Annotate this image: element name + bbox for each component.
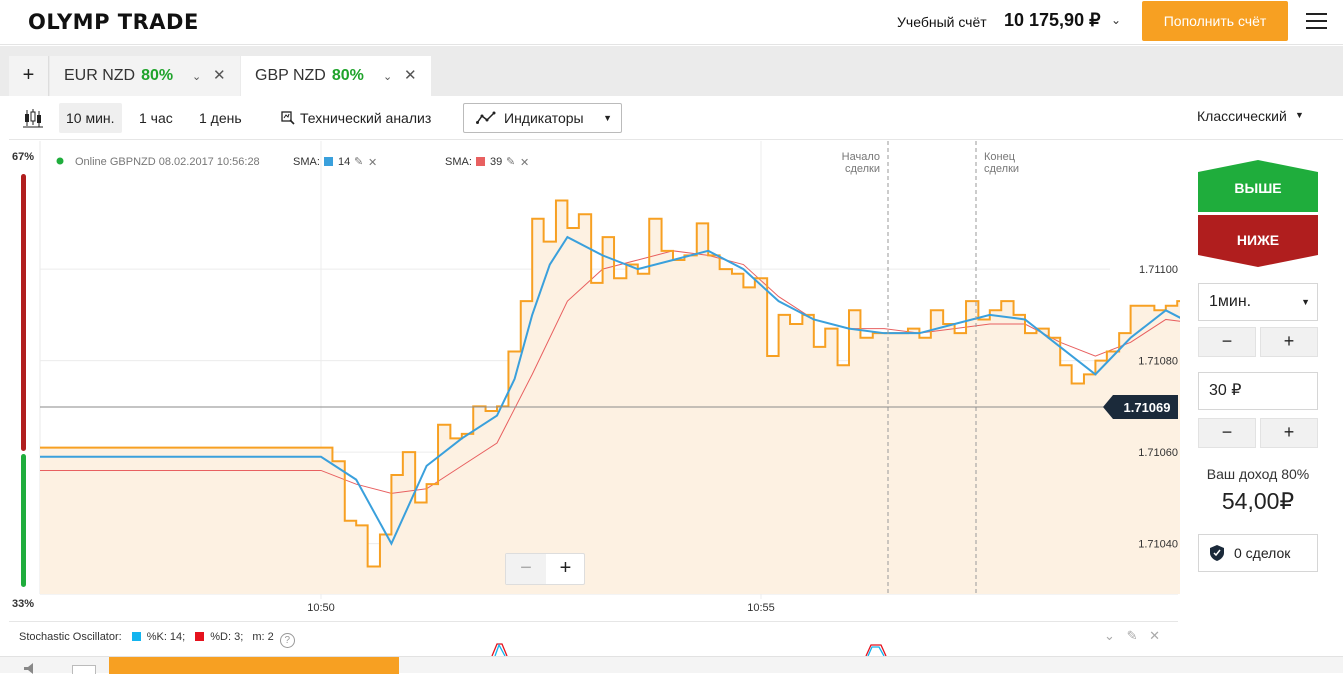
x-tick-label: 10:50	[307, 602, 335, 614]
tab-eur-nzd[interactable]: EUR NZD 80% ⌄ ✕	[50, 56, 240, 96]
close-icon[interactable]: ✕	[404, 56, 417, 96]
amount-minus-button[interactable]: −	[1198, 418, 1256, 448]
tab-payout: 80%	[331, 67, 364, 84]
down-button-label: НИЖЕ	[1236, 232, 1280, 248]
income-value: 54,00₽	[1221, 488, 1295, 514]
caret-down-icon: ▼	[1301, 297, 1310, 307]
tab-gbp-nzd[interactable]: GBP NZD 80% ⌄ ✕	[241, 56, 431, 96]
zoom-in-button[interactable]: +	[546, 554, 585, 584]
sentiment-bottom-label: 33%	[12, 598, 34, 610]
sma39-swatch	[476, 157, 485, 166]
price-area	[40, 200, 1180, 594]
close-icon[interactable]: ✕	[368, 157, 377, 169]
deal-end-label: сделки	[984, 163, 1019, 175]
asset-tab-bar: + EUR NZD 80% ⌄ ✕ GBP NZD 80% ⌄ ✕	[0, 46, 1343, 96]
caret-down-icon[interactable]: ▼	[1295, 110, 1304, 120]
olymp-trade-logo[interactable]: OLYMP TRADE	[28, 10, 199, 34]
chart-toolbar: 10 мин. 1 час 1 день Технический анализ …	[9, 96, 1343, 140]
bottom-panel	[0, 656, 1343, 674]
account-balance[interactable]: 10 175,90 ₽	[1004, 10, 1101, 31]
magnifier-chart-icon	[281, 111, 295, 125]
sound-icon[interactable]	[24, 663, 40, 674]
timeframe-1-hour[interactable]: 1 час	[132, 103, 180, 133]
promo-banner[interactable]	[109, 657, 399, 674]
sma-label: SMA:	[293, 156, 320, 168]
duration-value: 1мин.	[1209, 293, 1252, 310]
chart-style-dropdown[interactable]: Классический	[1197, 108, 1287, 124]
down-button[interactable]: НИЖЕ	[1198, 215, 1318, 267]
chart-status-text: Online GBPNZD 08.02.2017 10:56:28	[75, 156, 260, 168]
zoom-control: − +	[505, 553, 585, 585]
indicators-label: Индикаторы	[504, 110, 584, 126]
deals-button[interactable]: 0 сделок	[1198, 534, 1318, 572]
sentiment-top-label: 67%	[12, 151, 34, 163]
deals-label: 0 сделок	[1234, 545, 1291, 561]
account-type-label[interactable]: Учебный счёт	[897, 14, 987, 30]
chevron-down-icon[interactable]: ⌄	[1111, 13, 1121, 27]
chevron-down-icon[interactable]: ⌄	[383, 57, 392, 97]
duration-minus-button[interactable]: −	[1198, 327, 1256, 357]
duration-plus-button[interactable]: +	[1260, 327, 1318, 357]
sma-period: 39	[490, 156, 502, 168]
up-button[interactable]: ВЫШЕ	[1198, 160, 1318, 212]
top-header: OLYMP TRADE Учебный счёт 10 175,90 ₽ ⌄ П…	[0, 0, 1343, 45]
y-tick-label: 1.71040	[1138, 539, 1178, 551]
indicators-icon	[476, 111, 496, 124]
sma-label: SMA:	[445, 156, 472, 168]
x-tick-label: 10:55	[747, 602, 775, 614]
y-tick-label: 1.71100	[1139, 264, 1178, 276]
add-tab-button[interactable]: +	[9, 56, 49, 96]
pencil-icon[interactable]: ✎	[354, 156, 363, 168]
deal-end-label: Конец	[984, 151, 1016, 163]
timeframe-1-day[interactable]: 1 день	[192, 103, 249, 133]
chart-area	[40, 200, 1180, 594]
tab-pair-label: EUR NZD	[64, 67, 136, 84]
sentiment-buy-bar	[21, 454, 26, 587]
hamburger-menu-icon[interactable]	[1306, 13, 1327, 30]
zoom-out-button[interactable]: −	[506, 554, 546, 584]
chevron-down-icon[interactable]: ⌄	[192, 57, 201, 97]
deposit-button[interactable]: Пополнить счёт	[1142, 1, 1288, 41]
y-tick-label: 1.71080	[1138, 356, 1178, 368]
candlestick-icon[interactable]	[23, 108, 43, 128]
deal-start-label: сделки	[845, 163, 880, 175]
online-status-dot	[56, 157, 64, 165]
caret-down-icon: ▼	[603, 113, 612, 123]
y-tick-label: 1.71060	[1138, 447, 1178, 459]
current-price-value: 1.71069	[1124, 400, 1171, 415]
close-icon[interactable]: ✕	[520, 157, 529, 169]
tab-payout: 80%	[141, 67, 174, 84]
sentiment-sell-bar	[21, 174, 26, 451]
stochastic-k-line	[867, 646, 885, 656]
indicators-dropdown[interactable]: Индикаторы ▼	[463, 103, 622, 133]
amount-input[interactable]: 30 ₽	[1198, 372, 1318, 410]
technical-analysis-label: Технический анализ	[300, 110, 432, 126]
tab-pair-label: GBP NZD	[255, 67, 326, 84]
amount-plus-button[interactable]: +	[1260, 418, 1318, 448]
stochastic-preview	[491, 643, 887, 656]
deal-start-label: Начало	[842, 151, 880, 163]
price-chart[interactable]: 67% 33% Начало сделки Конец сделки 1.710…	[0, 141, 1180, 621]
sma14-swatch	[324, 157, 333, 166]
technical-analysis-button[interactable]: Технический анализ	[281, 103, 431, 133]
timeframe-10-min[interactable]: 10 мин.	[59, 103, 122, 133]
up-button-label: ВЫШЕ	[1234, 180, 1282, 196]
close-icon[interactable]: ✕	[213, 56, 226, 96]
sma-period: 14	[338, 156, 350, 168]
shield-icon	[1210, 545, 1224, 561]
pencil-icon[interactable]: ✎	[506, 156, 515, 168]
duration-select[interactable]: 1мин. ▼	[1198, 283, 1318, 321]
income-label: Ваш доход 80%	[1206, 466, 1310, 482]
